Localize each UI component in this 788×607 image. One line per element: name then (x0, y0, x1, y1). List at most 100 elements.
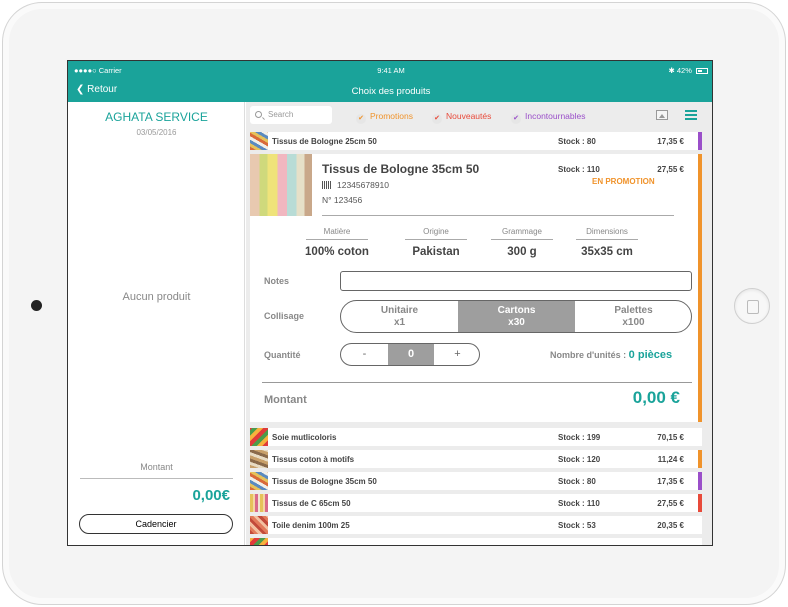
category-marker (698, 472, 702, 490)
product-stock: Stock : 80 (558, 137, 596, 146)
product-price: 20,35 € (657, 521, 684, 530)
product-row[interactable]: Tissus coton à motifs Stock : 120 11,24 … (250, 450, 702, 468)
search-placeholder: Search (268, 110, 294, 119)
attribute-label: Origine (405, 227, 467, 240)
product-stock: Stock : 199 (558, 433, 601, 442)
product-thumbnail (250, 494, 268, 512)
check-icon: ✔ (511, 114, 521, 124)
product-name: Tissus coton à motifs (272, 455, 355, 464)
attribute-dimensions: Dimensions 35x35 cm (562, 227, 652, 258)
collisage-selector: Unitaire x1 Cartons x30 Palettes x100 (340, 300, 692, 333)
product-row[interactable]: Toile denim 100m 25 Stock : 53 20,35 € (250, 516, 702, 534)
attribute-value: 300 g (507, 246, 537, 258)
quantity-value[interactable]: 0 (388, 344, 434, 365)
check-icon: ✔ (356, 114, 366, 124)
quantity-stepper: - 0 + (340, 343, 480, 366)
detail-barcode: 12345678910 (322, 180, 389, 190)
product-thumbnail (250, 428, 268, 446)
product-stock: Stock : 53 (558, 521, 596, 530)
product-row[interactable]: Tissus de C 65cm 50 Stock : 110 27,55 € (250, 494, 702, 512)
barcode-icon (322, 181, 332, 189)
divider (322, 215, 674, 216)
product-name: Soie mutlicoloris (272, 433, 337, 442)
battery-status: ✱ 42% (669, 66, 708, 75)
detail-total-label: Montant (264, 394, 307, 406)
product-detail-card: Tissus de Bologne 35cm 50 12345678910 N°… (250, 154, 702, 422)
filter-label: Nouveautés (446, 111, 492, 121)
attribute-grammage: Grammage 300 g (477, 227, 567, 258)
product-name: Toile denim 100m 25 (272, 521, 350, 530)
product-name: Tissus de C 65cm 50 (272, 499, 351, 508)
product-stock: Stock : 110 (558, 499, 600, 508)
attribute-label: Grammage (491, 227, 553, 240)
camera-icon (31, 300, 42, 311)
category-marker (698, 494, 702, 512)
order-panel: AGHATA SERVICE 03/05/2016 Aucun produit … (68, 102, 245, 545)
cart-total-label: Montant (140, 462, 173, 472)
product-thumbnail (250, 538, 268, 545)
collisage-cartons[interactable]: Cartons x30 (458, 301, 575, 332)
product-name: Tissus de Bologne 25cm 50 (272, 137, 377, 146)
detail-product-name: Tissus de Bologne 35cm 50 (322, 162, 480, 176)
product-photo (250, 154, 312, 216)
units-value: 0 pièces (628, 349, 673, 361)
check-icon: ✔ (432, 114, 442, 124)
product-stock: Stock : 120 (558, 455, 601, 464)
status-time: 9:41 AM (377, 66, 405, 75)
detail-stock: Stock : 110 (558, 165, 600, 174)
product-row[interactable]: Tissus de Bologne 25cm 50 Stock : 80 17,… (250, 132, 702, 150)
battery-icon (696, 68, 708, 75)
filter-promotions[interactable]: ✔ Promotions (356, 111, 413, 124)
increase-button[interactable]: + (434, 344, 479, 365)
empty-cart-text: Aucun produit (122, 291, 191, 303)
filter-incontournables[interactable]: ✔ Incontournables (511, 111, 586, 124)
product-price: 27,55 € (657, 499, 684, 508)
detail-price: 27,55 € (657, 165, 684, 174)
page-title: Choix des produits (351, 86, 431, 97)
battery-label: 42% (676, 66, 692, 75)
product-price: 17,35 € (657, 137, 684, 146)
filter-label: Promotions (370, 111, 413, 121)
attribute-value: Pakistan (412, 246, 460, 258)
product-panel: Search ✔ Promotions ✔ Nouveautés ✔ Incontou… (246, 102, 712, 545)
product-price: 11,24 € (657, 455, 684, 464)
decrease-button[interactable]: - (341, 344, 388, 365)
detail-number: N° 123456 (322, 195, 363, 205)
status-bar: ●●●●○ Carrier 9:41 AM ✱ 42% (68, 61, 712, 79)
category-marker (698, 450, 702, 468)
product-price: 17,35 € (657, 477, 684, 486)
image-view-icon[interactable] (656, 110, 668, 120)
product-thumbnail (250, 516, 268, 534)
attribute-origine: Origine Pakistan (391, 227, 481, 258)
collisage-label: Collisage (264, 311, 305, 321)
attribute-value: 100% coton (305, 246, 369, 258)
cadencier-button[interactable]: Cadencier (79, 514, 233, 534)
list-view-icon[interactable] (685, 110, 697, 120)
client-name: AGHATA SERVICE (105, 110, 208, 124)
navigation-bar: ❮ Retour Choix des produits (68, 83, 712, 101)
notes-input[interactable] (340, 271, 692, 291)
collisage-unitaire[interactable]: Unitaire x1 (341, 301, 458, 332)
product-row[interactable]: Soie mutlicoloris Stock : 199 70,15 € (250, 428, 702, 446)
product-price: 70,15 € (657, 433, 684, 442)
category-marker (698, 154, 702, 422)
product-thumbnail (250, 472, 268, 490)
app-screen: ●●●●○ Carrier 9:41 AM ✱ 42% ❮ Retour Cho… (67, 60, 713, 546)
promotion-badge: EN PROMOTION (592, 177, 655, 186)
attribute-label: Dimensions (576, 227, 638, 240)
search-input[interactable]: Search (250, 106, 332, 124)
product-row[interactable] (250, 538, 702, 545)
category-marker (698, 132, 702, 150)
divider (80, 478, 233, 479)
top-bar: ●●●●○ Carrier 9:41 AM ✱ 42% ❮ Retour Cho… (68, 61, 712, 102)
attribute-value: 35x35 cm (581, 246, 633, 258)
notes-label: Notes (264, 276, 290, 286)
collisage-palettes[interactable]: Palettes x100 (575, 301, 691, 332)
cart-total-value: 0,00€ (192, 487, 230, 504)
product-row[interactable]: Tissus de Bologne 35cm 50 Stock : 80 17,… (250, 472, 702, 490)
filter-nouveautes[interactable]: ✔ Nouveautés (432, 111, 491, 124)
home-button[interactable] (734, 288, 770, 324)
units-count: Nombre d'unités : 0 pièces (550, 349, 672, 361)
client-date: 03/05/2016 (136, 128, 177, 137)
quantity-label: Quantité (264, 350, 301, 360)
